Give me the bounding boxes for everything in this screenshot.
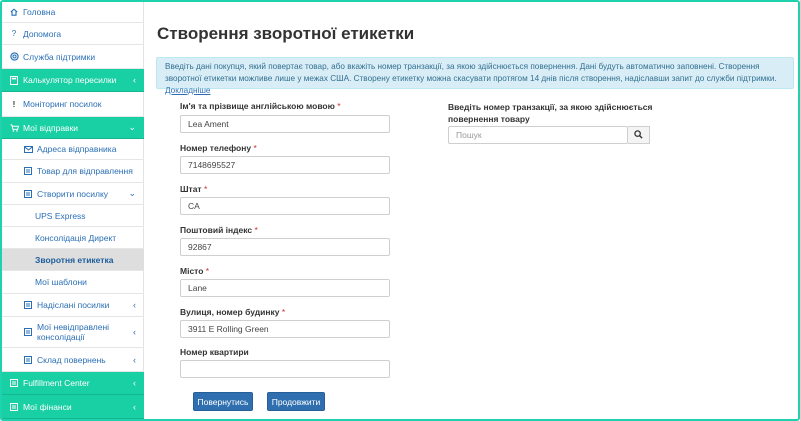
sidebar-item-label: Мої фінанси (23, 401, 72, 412)
city-label: Місто * (180, 266, 209, 276)
sidebar-item-returns-warehouse[interactable]: Склад повернень ‹ (2, 348, 144, 372)
sidebar-item-unsent-consolidations[interactable]: Мої невідправлені консолідації ‹ (2, 317, 144, 348)
state-input[interactable]: CA (180, 197, 390, 215)
city-label-text: Місто (180, 266, 204, 276)
name-label: Ім'я та прізвище англійською мовою * (180, 101, 341, 111)
sidebar-item-help[interactable]: ? Допомога (2, 23, 144, 45)
main-content: Створення зворотної етикетки Введіть дан… (145, 2, 798, 419)
required-mark: * (253, 143, 257, 153)
sidebar-item-label: Головна (23, 7, 56, 17)
back-button[interactable]: Повернутись (193, 392, 253, 411)
search-icon (634, 129, 643, 141)
envelope-icon (22, 145, 34, 153)
sidebar-item-fulfillment-center[interactable]: Fulfillment Center ‹ (2, 372, 144, 395)
chevron-left-icon: ‹ (133, 354, 136, 365)
continue-button[interactable]: Продовжити (267, 392, 325, 411)
chevron-down-icon: ⌄ (128, 122, 136, 132)
required-mark: * (281, 307, 286, 317)
city-input[interactable]: Lane (180, 279, 390, 297)
state-label-text: Штат (180, 184, 202, 194)
chevron-left-icon: ‹ (133, 300, 136, 310)
list-icon (22, 301, 34, 309)
transaction-search-input[interactable]: Пошук (448, 126, 628, 144)
info-more-link[interactable]: Докладніше (165, 86, 210, 95)
sidebar-item-my-shipments[interactable]: Мої відправки ⌄ (2, 117, 144, 139)
apartment-input[interactable] (180, 360, 390, 378)
sidebar-item-label: Товар для відправлення (37, 166, 133, 176)
cart-icon (8, 123, 20, 132)
list-icon (8, 379, 20, 387)
support-icon (8, 52, 20, 61)
sidebar-item-label: Fulfillment Center (23, 378, 90, 388)
sidebar-item-label: Мої шаблони (35, 277, 87, 287)
sidebar-item-return-label[interactable]: Зворотня етикетка (2, 249, 144, 271)
list-icon (22, 167, 34, 175)
sidebar: Головна ? Допомога Служба підтримки Каль… (2, 2, 144, 419)
sidebar-item-goods[interactable]: Товар для відправлення (2, 160, 144, 183)
required-mark: * (254, 225, 258, 235)
apartment-label-text: Номер квартири (180, 347, 249, 357)
sidebar-item-sent-parcels[interactable]: Надіслані посилки ‹ (2, 294, 144, 317)
list-icon (22, 189, 34, 198)
phone-label: Номер телефону * (180, 143, 257, 153)
street-input[interactable]: 3911 E Rolling Green (180, 320, 390, 338)
sidebar-item-sender-address[interactable]: Адреса відправника (2, 139, 144, 160)
required-mark: * (203, 184, 208, 194)
sidebar-item-label: Калькулятор пересилки (23, 75, 117, 85)
chevron-left-icon: ‹ (133, 378, 136, 388)
list-icon (8, 402, 20, 411)
sidebar-item-label: Надіслані посилки (37, 300, 110, 310)
chevron-down-icon: ⌄ (128, 188, 136, 198)
sidebar-item-home[interactable]: Головна (2, 2, 144, 23)
name-label-text: Ім'я та прізвище англійською мовою (180, 101, 335, 111)
sidebar-item-label: Служба підтримки (23, 51, 96, 62)
chevron-left-icon: ‹ (133, 75, 136, 85)
sidebar-item-label: Склад повернень (37, 354, 106, 365)
sidebar-item-ups-express[interactable]: UPS Express (2, 205, 144, 227)
app-frame: Головна ? Допомога Служба підтримки Каль… (0, 0, 800, 421)
zip-input[interactable]: 92867 (180, 238, 390, 256)
sidebar-item-label: Допомога (23, 28, 62, 39)
sidebar-item-label: UPS Express (35, 210, 86, 221)
phone-label-text: Номер телефону (180, 143, 252, 153)
required-mark: * (205, 266, 210, 276)
search-button[interactable] (628, 126, 650, 144)
zip-label-text: Поштовий індекс (180, 225, 253, 235)
sidebar-item-label: Мої невідправлені консолідації (37, 322, 110, 342)
list-icon (22, 328, 34, 336)
sidebar-item-label: Адреса відправника (37, 144, 117, 154)
chevron-left-icon: ‹ (133, 327, 136, 337)
sidebar-item-label: Моніторинг посилок (23, 99, 102, 109)
street-label-text: Вулиця, номер будинку (180, 307, 280, 317)
name-input[interactable]: Lea Ament (180, 115, 390, 133)
sidebar-item-support[interactable]: Служба підтримки (2, 45, 144, 69)
sidebar-item-label: Консолідація Директ (35, 232, 117, 243)
sidebar-item-tracking[interactable]: ! Моніторинг посилок (2, 92, 144, 117)
help-icon: ? (11, 29, 17, 38)
sidebar-item-my-templates[interactable]: Мої шаблони (2, 271, 144, 294)
street-label: Вулиця, номер будинку * (180, 307, 285, 317)
sidebar-item-calculator[interactable]: Калькулятор пересилки ‹ (2, 69, 144, 92)
apartment-label: Номер квартири (180, 347, 249, 357)
sidebar-item-label: Створити посилку (37, 188, 109, 199)
state-label: Штат * (180, 184, 207, 194)
sidebar-item-my-finances[interactable]: Мої фінанси ‹ (2, 395, 144, 419)
zip-label: Поштовий індекс * (180, 225, 258, 235)
info-text: Введіть дані покупця, який повертає това… (165, 62, 777, 83)
page-title: Створення зворотної етикетки (157, 24, 415, 43)
info-alert: Введіть дані покупця, який повертає това… (156, 57, 794, 95)
sidebar-item-label: Мої відправки (23, 122, 79, 133)
sidebar-item-label: Зворотня етикетка (35, 254, 114, 265)
chevron-left-icon: ‹ (133, 401, 136, 412)
exclamation-icon: ! (12, 99, 16, 109)
transaction-label: Введіть номер транзакції, за якою здійсн… (448, 102, 653, 124)
sidebar-item-consolidation-direct[interactable]: Консолідація Директ (2, 227, 144, 249)
calculator-icon (8, 75, 20, 85)
required-mark: * (337, 101, 341, 111)
home-icon (8, 8, 20, 16)
sidebar-item-create-parcel[interactable]: Створити посилку ⌄ (2, 183, 144, 205)
phone-input[interactable]: 7148695527 (180, 156, 390, 174)
list-icon (22, 355, 34, 364)
